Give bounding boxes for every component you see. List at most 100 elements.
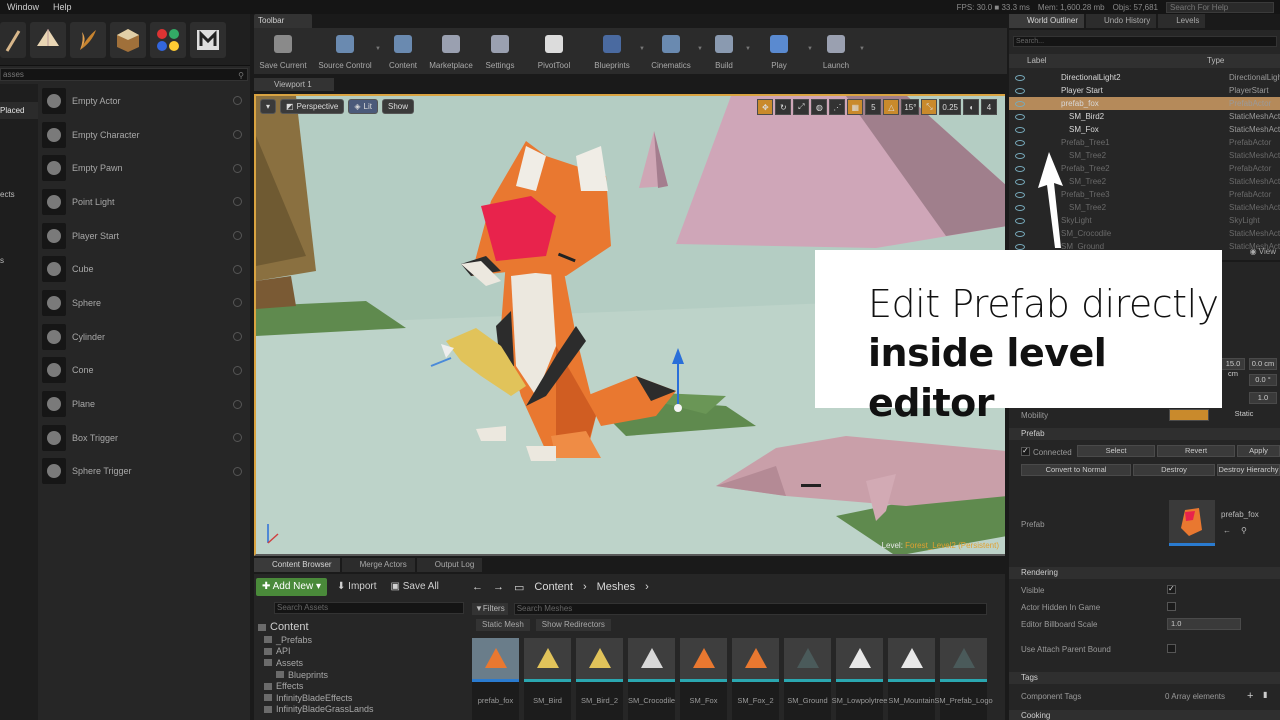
place-item[interactable]: Empty Actor: [38, 84, 250, 118]
place-search-input[interactable]: asses ⚲: [0, 68, 248, 81]
forward-arrow-icon[interactable]: →: [493, 581, 504, 593]
asset-tile[interactable]: SM_Fox: [680, 638, 727, 720]
place-item[interactable]: Point Light: [38, 185, 250, 219]
static-mesh-chip[interactable]: Static Mesh: [476, 619, 530, 631]
tab-merge-actors[interactable]: Merge Actors: [341, 558, 415, 572]
breadcrumb-content[interactable]: Content: [534, 581, 573, 593]
folder-tree-item[interactable]: Blueprints: [258, 669, 458, 681]
info-icon[interactable]: [233, 264, 242, 274]
tab-output-log[interactable]: Output Log: [416, 558, 483, 572]
viewport-tab[interactable]: Viewport 1: [254, 78, 334, 91]
visible-checkbox[interactable]: [1167, 584, 1176, 594]
info-icon[interactable]: [233, 197, 242, 207]
grid-snap-icon[interactable]: ▦: [847, 99, 864, 115]
column-label[interactable]: Label: [1027, 54, 1207, 68]
info-icon[interactable]: [233, 332, 242, 342]
outliner-row[interactable]: SM_Fox StaticMeshActor: [1009, 123, 1280, 136]
help-search-input[interactable]: Search For Help: [1166, 1, 1274, 13]
info-icon[interactable]: [233, 231, 242, 241]
visibility-eye-icon[interactable]: [1015, 178, 1025, 185]
build-button[interactable]: Build ▼: [700, 28, 751, 74]
place-mode-icon[interactable]: [30, 21, 66, 58]
visibility-eye-icon[interactable]: [1015, 139, 1025, 146]
prefab-tool-icon[interactable]: [190, 21, 226, 58]
info-icon[interactable]: [233, 433, 242, 443]
asset-tile[interactable]: SM_Prefab_Logo: [934, 638, 993, 720]
show-redirectors-chip[interactable]: Show Redirectors: [535, 619, 611, 631]
add-new-button[interactable]: ✚ Add New ▾: [256, 578, 327, 596]
outliner-row[interactable]: prefab_fox PrefabActor: [1009, 97, 1280, 110]
asset-tile[interactable]: prefab_fox: [472, 638, 519, 720]
info-icon[interactable]: [233, 96, 242, 106]
place-item[interactable]: Box Trigger: [38, 421, 250, 455]
transform-y-field[interactable]: 0.0 cm: [1249, 358, 1277, 370]
visibility-eye-icon[interactable]: [1015, 204, 1025, 211]
asset-tile[interactable]: SM_Ground: [784, 638, 831, 720]
visibility-eye-icon[interactable]: [1015, 243, 1025, 250]
tab-undo-history[interactable]: Undo History: [1085, 14, 1157, 28]
revert-button[interactable]: Revert: [1157, 445, 1235, 457]
visibility-eye-icon[interactable]: [1015, 152, 1025, 159]
content-button[interactable]: Content: [378, 28, 428, 74]
visibility-eye-icon[interactable]: [1015, 217, 1025, 224]
back-arrow-icon[interactable]: ←: [472, 581, 483, 593]
destroy-hierarchy-button[interactable]: Destroy Hierarchy: [1217, 464, 1280, 476]
outliner-row[interactable]: SM_Bird2 StaticMeshActor: [1009, 110, 1280, 123]
outliner-row[interactable]: Prefab_Tree1 PrefabActor: [1009, 136, 1280, 149]
asset-tile[interactable]: SM_Fox_2: [732, 638, 779, 720]
visibility-eye-icon[interactable]: [1015, 126, 1025, 133]
apply-button[interactable]: Apply: [1237, 445, 1280, 457]
visibility-eye-icon[interactable]: [1015, 87, 1025, 94]
save-all-button[interactable]: ▣ Save All: [387, 578, 443, 596]
tab-content-browser[interactable]: Content Browser: [254, 558, 340, 572]
folder-tree-item[interactable]: InfinityBladeEffects: [258, 692, 458, 704]
rotate-tool-icon[interactable]: ↻: [775, 99, 792, 115]
destroy-button[interactable]: Destroy: [1133, 464, 1215, 476]
tags-section-header[interactable]: Tags: [1009, 672, 1280, 684]
transform-x-field[interactable]: 15.0 cm: [1221, 358, 1245, 378]
visibility-eye-icon[interactable]: [1015, 74, 1025, 81]
world-local-icon[interactable]: ◍: [811, 99, 828, 115]
asset-tile[interactable]: SM_Crocodile: [628, 638, 675, 720]
info-icon[interactable]: [233, 130, 242, 140]
trash-icon[interactable]: ▮: [1263, 690, 1267, 699]
view-options-button[interactable]: ◉ View: [1250, 247, 1276, 256]
rendering-section-header[interactable]: Rendering: [1009, 567, 1280, 579]
place-item[interactable]: Sphere Trigger: [38, 455, 250, 489]
filters-button[interactable]: ▼Filters: [472, 602, 508, 615]
show-button[interactable]: Show: [381, 99, 414, 114]
source-control-button[interactable]: Source Control ▼: [312, 28, 381, 74]
visibility-eye-icon[interactable]: [1015, 113, 1025, 120]
settings-button[interactable]: Settings: [474, 28, 526, 74]
pivottool-button[interactable]: PivotTool: [526, 28, 582, 74]
prefab-asset-thumbnail[interactable]: [1169, 500, 1215, 546]
asset-tile[interactable]: SM_Mountain: [888, 638, 935, 720]
place-item[interactable]: Cylinder: [38, 320, 250, 354]
visibility-eye-icon[interactable]: [1015, 165, 1025, 172]
menu-help[interactable]: Help: [46, 2, 79, 12]
rotation-field[interactable]: 0.0 °: [1249, 374, 1277, 386]
translate-tool-icon[interactable]: ✥: [757, 99, 774, 115]
marketplace-button[interactable]: Marketplace: [428, 28, 474, 74]
select-button[interactable]: Select: [1077, 445, 1155, 457]
save-current-button[interactable]: Save Current: [254, 28, 312, 74]
folder-tree-item[interactable]: API: [258, 646, 458, 658]
place-item[interactable]: Plane: [38, 387, 250, 421]
folder-tree-item[interactable]: _Prefabs: [258, 634, 458, 646]
visibility-eye-icon[interactable]: [1015, 100, 1025, 107]
tab-world-outliner[interactable]: World Outliner: [1009, 14, 1084, 28]
perspective-button[interactable]: ◩ Perspective: [280, 99, 345, 114]
place-item[interactable]: Empty Pawn: [38, 151, 250, 185]
info-icon[interactable]: [233, 163, 242, 173]
visibility-eye-icon[interactable]: [1015, 230, 1025, 237]
folder-tree-item[interactable]: Effects: [258, 680, 458, 692]
folder-tree-item[interactable]: Content: [258, 620, 458, 634]
outliner-row[interactable]: Player Start PlayerStart: [1009, 84, 1280, 97]
breadcrumb-meshes[interactable]: Meshes: [597, 581, 636, 593]
column-type[interactable]: Type: [1207, 54, 1224, 68]
scale-snap-icon[interactable]: ⤡: [921, 99, 938, 115]
brush-icon[interactable]: [0, 21, 26, 58]
scale-field[interactable]: 1.0: [1249, 392, 1277, 404]
menu-window[interactable]: Window: [0, 2, 46, 12]
actor-hidden-checkbox[interactable]: [1167, 602, 1176, 611]
